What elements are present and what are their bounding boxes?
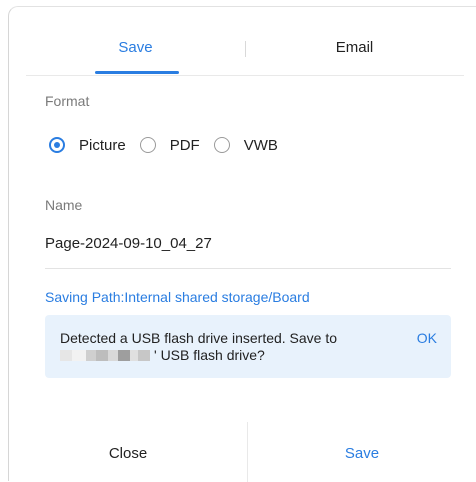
usb-notice-line2-row: ' USB flash drive?	[60, 347, 380, 364]
tab-email[interactable]: Email	[245, 39, 464, 56]
save-dialog: Save Email Format Picture PDF VWB Name P…	[8, 6, 476, 482]
active-tab-indicator	[95, 71, 179, 74]
radio-checked-icon[interactable]	[49, 137, 65, 153]
redacted-drive-name	[60, 350, 150, 361]
usb-notice: Detected a USB flash drive inserted. Sav…	[45, 315, 451, 378]
name-field[interactable]: Page-2024-09-10_04_27	[45, 235, 212, 252]
format-option-pdf[interactable]: PDF	[139, 136, 200, 154]
save-button[interactable]: Save	[247, 445, 476, 462]
usb-notice-line2: ' USB flash drive?	[154, 347, 265, 363]
usb-ok-button[interactable]: OK	[417, 330, 437, 346]
name-field-underline	[45, 268, 451, 269]
tab-save[interactable]: Save	[26, 39, 245, 56]
tab-bar: Save Email	[26, 29, 464, 76]
format-option-label: PDF	[169, 136, 200, 154]
radio-unchecked-icon[interactable]	[213, 137, 230, 153]
usb-notice-text: Detected a USB flash drive inserted. Sav…	[60, 330, 380, 364]
name-label: Name	[45, 197, 83, 213]
radio-unchecked-icon[interactable]	[139, 137, 156, 153]
format-radio-group: Picture PDF VWB	[49, 134, 292, 156]
format-option-label: VWB	[243, 136, 278, 154]
format-label: Format	[45, 93, 90, 109]
format-option-label: Picture	[79, 136, 126, 154]
usb-notice-line1: Detected a USB flash drive inserted. Sav…	[60, 330, 338, 346]
format-option-vwb[interactable]: VWB	[213, 136, 278, 154]
saving-path-link[interactable]: Saving Path:Internal shared storage/Boar…	[45, 289, 310, 305]
format-option-picture[interactable]: Picture	[49, 137, 126, 154]
close-button[interactable]: Close	[9, 445, 247, 462]
